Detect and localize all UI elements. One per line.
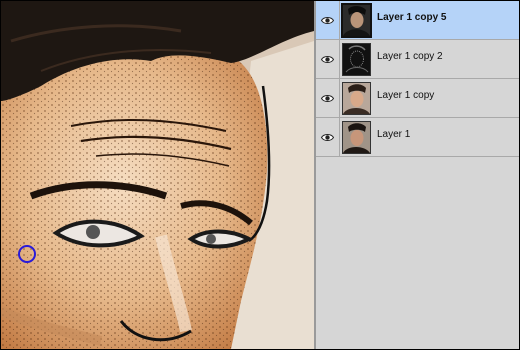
eye-icon[interactable]: [316, 40, 340, 78]
image-canvas[interactable]: [1, 1, 314, 349]
layer-row[interactable]: Layer 1 copy 2: [316, 40, 519, 79]
layer-row[interactable]: Layer 1: [316, 118, 519, 157]
layer-thumbnail: [342, 82, 371, 115]
eye-icon[interactable]: [316, 79, 340, 117]
eye-icon[interactable]: [316, 1, 340, 39]
photoshop-window: Layer 1 copy 5 Layer 1 copy 2 Layer 1 co: [0, 0, 520, 350]
layer-thumbnail: [341, 3, 372, 38]
eye-icon[interactable]: [316, 118, 340, 156]
layer-row[interactable]: Layer 1 copy 5: [316, 1, 519, 40]
layer-name: Layer 1: [377, 129, 411, 140]
layer-row[interactable]: Layer 1 copy: [316, 79, 519, 118]
layer-name: Layer 1 copy 2: [377, 51, 443, 62]
layers-panel: Layer 1 copy 5 Layer 1 copy 2 Layer 1 co: [316, 1, 519, 349]
layer-list: Layer 1 copy 5 Layer 1 copy 2 Layer 1 co: [316, 1, 519, 157]
layer-name: Layer 1 copy: [377, 90, 435, 101]
face-artwork: [1, 1, 314, 349]
brush-cursor-icon: [18, 245, 36, 263]
layer-name: Layer 1 copy 5: [377, 12, 447, 23]
layer-thumbnail: [342, 121, 371, 154]
layer-thumbnail: [342, 43, 371, 76]
